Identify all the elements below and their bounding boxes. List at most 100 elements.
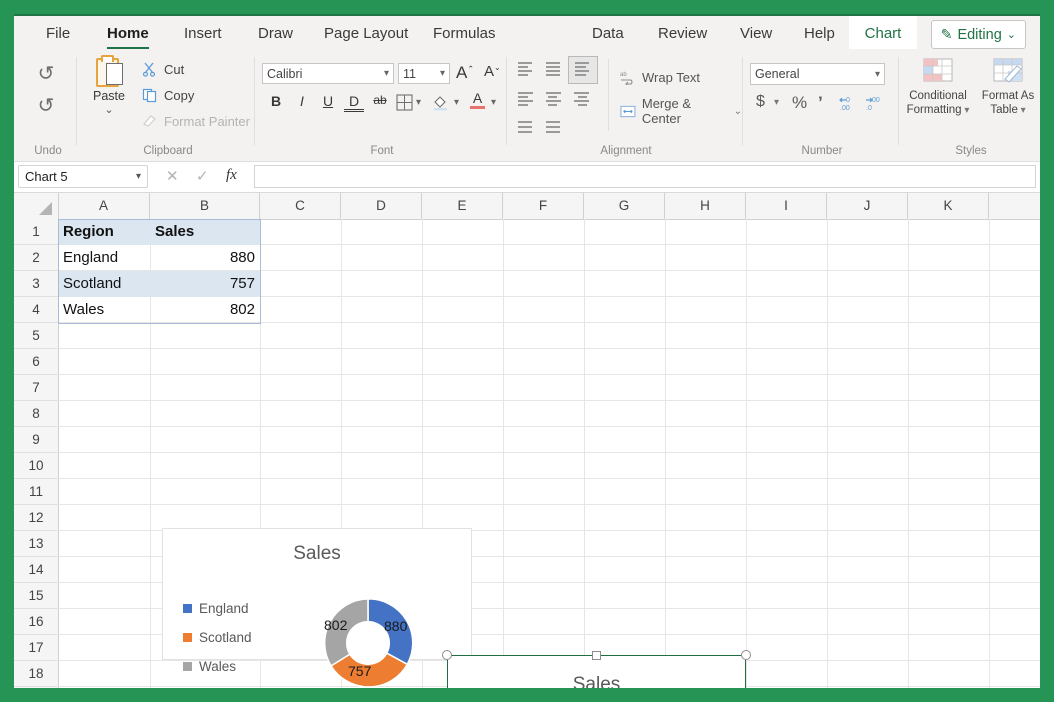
row-header-14[interactable]: 14 xyxy=(14,557,58,583)
column-header-b[interactable]: B xyxy=(150,193,260,219)
row-header-3[interactable]: 3 xyxy=(14,271,58,297)
chevron-down-icon[interactable]: ▾ xyxy=(454,97,459,108)
comma-format-button[interactable]: ’ xyxy=(818,93,823,113)
format-as-table-button[interactable]: Format As Table ▾ xyxy=(972,57,1040,118)
cut-button[interactable]: Cut xyxy=(142,57,184,81)
row-header-13[interactable]: 13 xyxy=(14,531,58,557)
paste-button[interactable]: Paste ⌄ xyxy=(82,55,136,116)
row-header-4[interactable]: 4 xyxy=(14,297,58,323)
wrap-text-button[interactable]: ab Wrap Text xyxy=(620,65,700,89)
align-left-button[interactable] xyxy=(516,91,535,107)
column-header-c[interactable]: C xyxy=(260,193,341,219)
row-header-6[interactable]: 6 xyxy=(14,349,58,375)
cell-A2[interactable]: England xyxy=(58,245,150,271)
bold-button[interactable]: B xyxy=(266,93,286,109)
copy-button[interactable]: Copy xyxy=(142,83,194,107)
italic-button[interactable]: I xyxy=(292,93,312,109)
double-underline-button[interactable]: D xyxy=(344,93,364,112)
cell-B2[interactable]: 880 xyxy=(150,245,260,271)
column-header-g[interactable]: G xyxy=(584,193,665,219)
column-header-h[interactable]: H xyxy=(665,193,746,219)
tab-help[interactable]: Help xyxy=(794,16,845,51)
resize-handle-top-right[interactable] xyxy=(741,650,751,660)
row-header-12[interactable]: 12 xyxy=(14,505,58,531)
percent-format-button[interactable]: % xyxy=(792,93,807,113)
name-box[interactable]: Chart 5 ▾ xyxy=(18,165,148,188)
align-top-button[interactable] xyxy=(516,61,535,77)
cell-A4[interactable]: Wales xyxy=(58,297,150,323)
column-header-i[interactable]: I xyxy=(746,193,827,219)
resize-handle-top-center[interactable] xyxy=(592,651,601,660)
column-header-d[interactable]: D xyxy=(341,193,422,219)
underline-button[interactable]: U xyxy=(318,93,338,109)
resize-handle-top-left[interactable] xyxy=(442,650,452,660)
row-header-9[interactable]: 9 xyxy=(14,427,58,453)
insert-function-icon[interactable]: fx xyxy=(226,167,237,184)
row-header-5[interactable]: 5 xyxy=(14,323,58,349)
cell-A1[interactable]: Region xyxy=(58,219,150,245)
decrease-decimal-icon[interactable]: 00.0 xyxy=(864,95,884,118)
formula-input[interactable] xyxy=(254,165,1036,188)
confirm-formula-icon[interactable]: ✓ xyxy=(196,167,209,185)
increase-font-size-icon[interactable]: A⌃ xyxy=(456,63,474,83)
row-header-15[interactable]: 15 xyxy=(14,583,58,609)
currency-format-button[interactable]: $ xyxy=(756,93,765,111)
row-header-17[interactable]: 17 xyxy=(14,635,58,661)
increase-indent-button[interactable] xyxy=(544,119,563,135)
font-size-select[interactable]: 11 ▾ xyxy=(398,63,450,84)
redo-icon[interactable]: ↻ xyxy=(32,93,60,118)
column-header-f[interactable]: F xyxy=(503,193,584,219)
tab-view[interactable]: View xyxy=(730,16,782,51)
tab-review[interactable]: Review xyxy=(648,16,717,51)
chart-doughnut[interactable]: Sales England Scotland Wales 880 757 80 xyxy=(162,528,472,660)
decrease-indent-button[interactable] xyxy=(516,119,535,135)
legend-item-wales[interactable]: Wales xyxy=(183,659,236,674)
tab-data[interactable]: Data xyxy=(582,16,634,51)
align-middle-button[interactable] xyxy=(544,61,563,77)
font-color-icon[interactable]: A xyxy=(470,92,485,109)
tab-chart[interactable]: Chart xyxy=(849,16,917,51)
conditional-formatting-button[interactable]: Conditional Formatting ▾ xyxy=(902,57,974,118)
chevron-down-icon[interactable]: ▾ xyxy=(774,97,779,108)
row-header-10[interactable]: 10 xyxy=(14,453,58,479)
borders-icon[interactable] xyxy=(396,94,413,116)
row-header-11[interactable]: 11 xyxy=(14,479,58,505)
increase-decimal-icon[interactable]: 0.00 xyxy=(838,95,858,118)
column-header-a[interactable]: A xyxy=(58,193,150,219)
column-header-j[interactable]: J xyxy=(827,193,908,219)
tab-formulas[interactable]: Formulas xyxy=(423,16,506,51)
row-header-2[interactable]: 2 xyxy=(14,245,58,271)
tab-insert[interactable]: Insert xyxy=(174,16,232,51)
chevron-down-icon[interactable]: ▾ xyxy=(416,97,421,108)
cell-B4[interactable]: 802 xyxy=(150,297,260,323)
cell-B3[interactable]: 757 xyxy=(150,271,260,297)
merge-center-button[interactable]: Merge & Center ⌄ xyxy=(620,99,742,123)
column-header-l[interactable] xyxy=(989,193,1040,219)
format-painter-button[interactable]: Format Painter xyxy=(142,109,250,133)
tab-draw[interactable]: Draw xyxy=(248,16,303,51)
column-header-e[interactable]: E xyxy=(422,193,503,219)
undo-icon[interactable]: ↺ xyxy=(32,61,60,86)
row-header-19[interactable]: 19 xyxy=(14,687,58,688)
row-header-16[interactable]: 16 xyxy=(14,609,58,635)
cancel-formula-icon[interactable]: ✕ xyxy=(166,167,179,185)
strikethrough-button[interactable]: ab xyxy=(370,93,390,107)
editing-mode-button[interactable]: ✎ Editing ⌄ xyxy=(931,20,1026,49)
align-center-button[interactable] xyxy=(544,91,563,107)
decrease-font-size-icon[interactable]: A⌄ xyxy=(484,63,501,80)
tab-home[interactable]: Home xyxy=(97,16,159,51)
select-all-corner[interactable] xyxy=(14,193,59,219)
font-name-select[interactable]: Calibri ▾ xyxy=(262,63,394,84)
row-header-8[interactable]: 8 xyxy=(14,401,58,427)
fill-color-icon[interactable] xyxy=(432,93,450,116)
cell-B1[interactable]: Sales xyxy=(150,219,260,245)
tab-file[interactable]: File xyxy=(36,16,80,51)
row-header-7[interactable]: 7 xyxy=(14,375,58,401)
tab-page-layout[interactable]: Page Layout xyxy=(314,16,418,51)
column-header-k[interactable]: K xyxy=(908,193,989,219)
legend-item-scotland[interactable]: Scotland xyxy=(183,630,252,645)
legend-item-england[interactable]: England xyxy=(183,601,249,616)
row-header-1[interactable]: 1 xyxy=(14,219,58,245)
chevron-down-icon[interactable]: ▾ xyxy=(491,97,496,108)
row-header-18[interactable]: 18 xyxy=(14,661,58,687)
